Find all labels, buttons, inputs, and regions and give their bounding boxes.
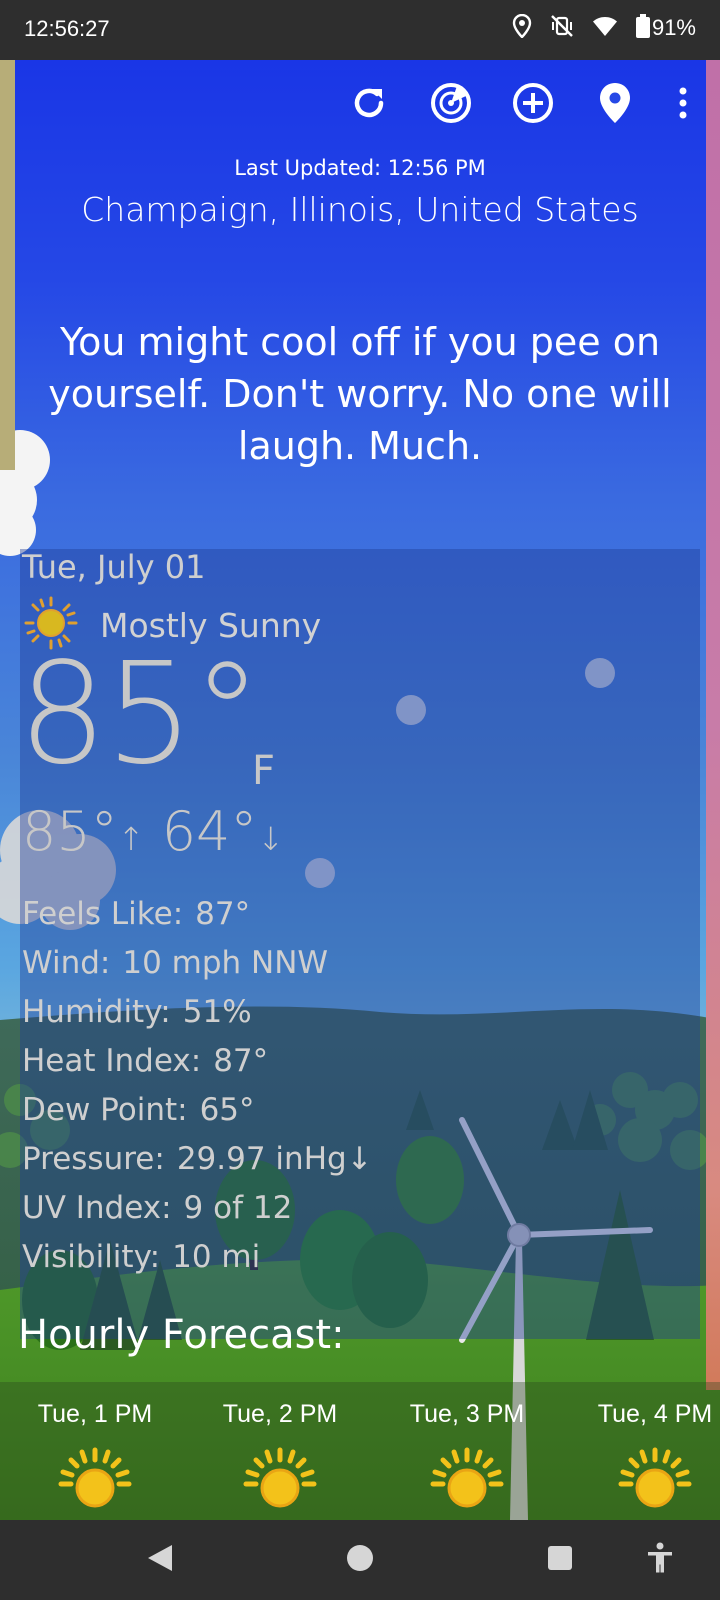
detail-row: Feels Like: 87° xyxy=(22,890,373,939)
detail-label: Wind: xyxy=(22,945,111,981)
radar-button[interactable] xyxy=(430,82,472,128)
detail-value: 87° xyxy=(195,896,251,932)
detail-row: Humidity: 51% xyxy=(22,988,373,1037)
hourly-forecast-title: Hourly Forecast: xyxy=(18,1312,345,1358)
detail-row: Visibility: 10 mi xyxy=(22,1233,373,1282)
toolbar xyxy=(348,82,690,128)
detail-row: Dew Point: 65° xyxy=(22,1086,373,1135)
navigation-bar xyxy=(0,1520,720,1600)
detail-row: Heat Index: 87° xyxy=(22,1037,373,1086)
detail-label: UV Index: xyxy=(22,1190,172,1226)
wifi-icon xyxy=(592,15,618,41)
refresh-icon xyxy=(348,82,390,128)
detail-label: Humidity: xyxy=(22,994,171,1030)
battery-percent: 91% xyxy=(651,15,696,40)
detail-row: Wind: 10 mph NNW xyxy=(22,939,373,988)
hourly-item-time[interactable]: Tue, 4 PM xyxy=(560,1400,720,1429)
back-icon xyxy=(146,1543,174,1577)
left-edge-strip xyxy=(0,60,15,470)
radar-icon xyxy=(430,82,472,128)
weather-details: Feels Like: 87° Wind: 10 mph NNW Humidity:… xyxy=(22,890,373,1282)
current-date: Tue, July 01 xyxy=(22,548,206,586)
battery-icon xyxy=(635,14,650,42)
arrow-up-icon: ↑ xyxy=(117,820,145,858)
overflow-menu-button[interactable] xyxy=(676,84,690,126)
detail-row: UV Index: 9 of 12 xyxy=(22,1184,373,1233)
low-temp: 64° xyxy=(161,800,258,863)
location-name[interactable]: Champaign, Illinois, United States xyxy=(0,190,720,229)
home-icon xyxy=(345,1543,375,1577)
refresh-button[interactable] xyxy=(348,84,390,126)
detail-value: 65° xyxy=(199,1092,255,1128)
hourly-item-time[interactable]: Tue, 3 PM xyxy=(372,1400,562,1429)
recents-icon xyxy=(547,1545,573,1575)
high-temp: 85° xyxy=(22,800,118,863)
weather-quip: You might cool off if you pee on yoursel… xyxy=(48,320,672,468)
my-location-button[interactable] xyxy=(594,82,636,128)
detail-value: 87° xyxy=(213,1043,269,1079)
temperature-unit: F xyxy=(252,748,276,794)
home-button[interactable] xyxy=(340,1540,380,1580)
detail-value: 10 mph NNW xyxy=(122,945,329,981)
right-edge-strip xyxy=(706,60,720,1390)
hourly-item-time[interactable]: Tue, 1 PM xyxy=(0,1400,190,1429)
detail-label: Visibility: xyxy=(22,1239,161,1275)
hourly-item-time[interactable]: Tue, 2 PM xyxy=(185,1400,375,1429)
detail-label: Heat Index: xyxy=(22,1043,202,1079)
sun-icon xyxy=(58,1447,132,1508)
sun-icon xyxy=(430,1447,504,1508)
detail-value: 10 mi xyxy=(172,1239,261,1275)
detail-label: Feels Like: xyxy=(22,896,184,932)
sun-icon xyxy=(243,1447,317,1508)
battery-indicator: 91% xyxy=(635,14,696,42)
location-pin-icon xyxy=(598,82,632,128)
arrow-down-icon: ↓ xyxy=(257,820,285,858)
detail-value: 51% xyxy=(182,994,252,1030)
add-location-button[interactable] xyxy=(512,82,554,128)
status-time: 12:56:27 xyxy=(24,16,110,41)
vibrate-off-icon xyxy=(550,14,574,42)
last-updated: Last Updated: 12:56 PM xyxy=(234,156,486,180)
detail-label: Pressure: xyxy=(22,1141,165,1177)
detail-value: 29.97 inHg↓ xyxy=(176,1141,373,1177)
status-bar: 12:56:27 91% xyxy=(0,0,720,60)
weather-app: Last Updated: 12:56 PM Champaign, Illino… xyxy=(0,60,720,1520)
recents-button[interactable] xyxy=(540,1540,580,1580)
back-button[interactable] xyxy=(140,1540,180,1580)
detail-label: Dew Point: xyxy=(22,1092,188,1128)
detail-value: 9 of 12 xyxy=(183,1190,293,1226)
more-icon xyxy=(678,86,688,124)
add-location-icon xyxy=(512,82,554,128)
location-icon xyxy=(512,13,532,42)
current-temperature: 85° xyxy=(18,633,262,796)
detail-row: Pressure: 29.97 inHg↓ xyxy=(22,1135,373,1184)
status-icons: 91% xyxy=(512,13,696,42)
accessibility-button[interactable] xyxy=(640,1540,680,1580)
high-low: 85°↑ 64°↓ xyxy=(22,800,284,863)
sun-icon xyxy=(618,1447,692,1508)
accessibility-icon xyxy=(646,1542,674,1578)
